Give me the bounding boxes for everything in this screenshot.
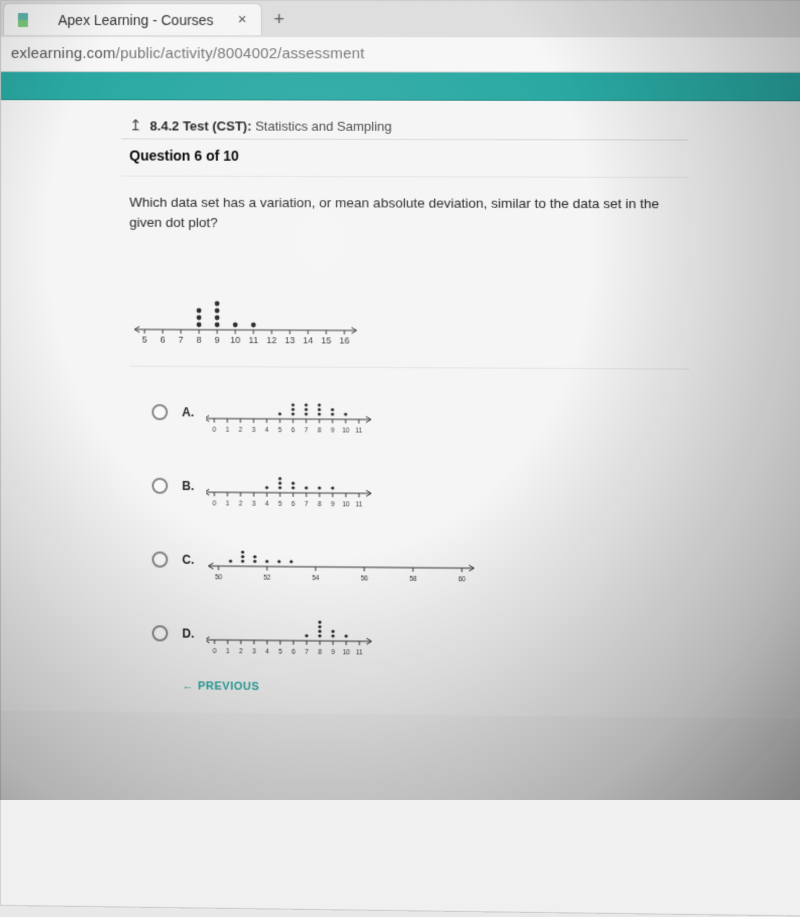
svg-text:6: 6 [291,500,295,507]
svg-text:12: 12 [267,335,277,345]
browser-tab[interactable]: Apex Learning - Courses × [3,3,262,35]
svg-text:1: 1 [226,648,230,655]
apex-logo-icon [18,13,28,27]
svg-text:3: 3 [252,426,256,433]
svg-text:6: 6 [160,334,165,344]
option-row-d[interactable]: D. 0 1 2 3 4 5 6 7 8 9 10 11 [152,605,691,666]
svg-text:3: 3 [252,648,256,655]
svg-text:2: 2 [239,500,243,507]
svg-text:5: 5 [142,334,147,344]
new-tab-button[interactable]: + [262,9,297,30]
up-arrow-icon[interactable]: ↥ [129,116,142,134]
svg-text:11: 11 [249,334,258,344]
svg-text:52: 52 [263,574,271,581]
svg-text:7: 7 [178,334,183,344]
lesson-type: Test (CST): [183,118,252,133]
option-label: A. [182,405,196,419]
svg-text:9: 9 [215,334,220,344]
site-header-band [1,72,800,101]
svg-text:6: 6 [291,427,295,434]
svg-text:4: 4 [265,500,269,507]
svg-text:7: 7 [304,427,308,434]
question-prompt: Which data set has a variation, or mean … [121,177,689,244]
svg-text:15: 15 [321,335,331,345]
previous-button[interactable]: ← PREVIOUS [182,680,691,697]
svg-text:9: 9 [331,501,335,508]
svg-text:5: 5 [278,427,282,434]
svg-text:6: 6 [292,648,296,655]
radio-c[interactable] [152,551,168,567]
svg-text:11: 11 [356,649,363,656]
radio-d[interactable] [152,625,168,641]
previous-label: PREVIOUS [198,680,260,693]
svg-text:0: 0 [213,500,217,507]
svg-text:11: 11 [355,427,362,434]
svg-text:4: 4 [265,426,269,433]
tab-bar: Apex Learning - Courses × + [1,1,800,37]
tab-title: Apex Learning - Courses [58,12,213,28]
breadcrumb: ↥ 8.4.2 Test (CST): Statistics and Sampl… [121,106,688,140]
svg-text:8: 8 [318,648,322,655]
svg-text:13: 13 [285,335,295,345]
svg-text:58: 58 [409,575,417,582]
svg-text:10: 10 [230,334,240,344]
option-dotplot-d: 0 1 2 3 4 5 6 7 8 9 10 11 [206,606,377,663]
svg-text:7: 7 [305,500,309,507]
url-text: exlearning.com/public/activity/8004002/a… [11,45,365,62]
svg-text:11: 11 [356,501,363,508]
svg-text:5: 5 [278,500,282,507]
svg-text:56: 56 [361,575,369,582]
svg-text:10: 10 [343,649,351,656]
close-icon[interactable]: × [238,11,247,28]
svg-text:0: 0 [212,426,216,433]
svg-text:50: 50 [215,574,223,581]
option-label: B. [182,479,196,493]
given-dotplot: 5 6 7 8 9 10 11 12 13 14 15 16 [129,255,689,369]
svg-text:7: 7 [305,648,309,655]
option-dotplot-b: 0 1 2 3 4 5 6 7 8 9 10 11 [206,458,377,515]
svg-text:54: 54 [312,574,320,581]
svg-text:60: 60 [458,576,466,583]
option-dotplot-c: 50 52 54 56 58 60 [206,532,480,590]
svg-text:14: 14 [303,335,313,345]
lesson-code: 8.4.2 [150,118,179,133]
svg-text:8: 8 [318,501,322,508]
radio-b[interactable] [152,478,168,494]
svg-text:5: 5 [278,648,282,655]
radio-a[interactable] [152,404,168,420]
assessment-content: ↥ 8.4.2 Test (CST): Statistics and Sampl… [121,106,691,697]
svg-text:9: 9 [331,649,335,656]
option-row-b[interactable]: B. 0 1 2 3 4 5 6 7 8 9 10 11 [152,458,690,518]
svg-text:10: 10 [342,427,350,434]
svg-text:4: 4 [265,648,269,655]
option-row-c[interactable]: C. 50 52 54 56 58 60 [152,532,691,592]
page-body: ↥ 8.4.2 Test (CST): Statistics and Sampl… [1,100,800,718]
svg-text:3: 3 [252,500,256,507]
svg-text:2: 2 [239,648,243,655]
svg-text:16: 16 [339,335,349,345]
browser-window: Apex Learning - Courses × + exlearning.c… [0,0,800,917]
svg-text:1: 1 [226,500,230,507]
svg-text:1: 1 [226,426,230,433]
option-label: D. [182,626,196,640]
svg-text:2: 2 [239,426,243,433]
question-number: Question 6 of 10 [121,139,688,178]
option-dotplot-a: 0 1 2 3 4 5 6 7 8 9 10 11 [206,385,377,442]
lesson-title: Statistics and Sampling [255,118,392,133]
option-row-a[interactable]: A. 0 1 2 3 4 5 6 7 8 9 10 11 [152,384,690,443]
option-label: C. [182,553,196,567]
svg-text:8: 8 [318,427,322,434]
address-bar[interactable]: exlearning.com/public/activity/8004002/a… [1,37,800,73]
svg-text:8: 8 [196,334,201,344]
arrow-left-icon: ← [182,680,194,692]
svg-text:10: 10 [342,501,350,508]
svg-text:9: 9 [331,427,335,434]
svg-text:0: 0 [213,647,217,654]
